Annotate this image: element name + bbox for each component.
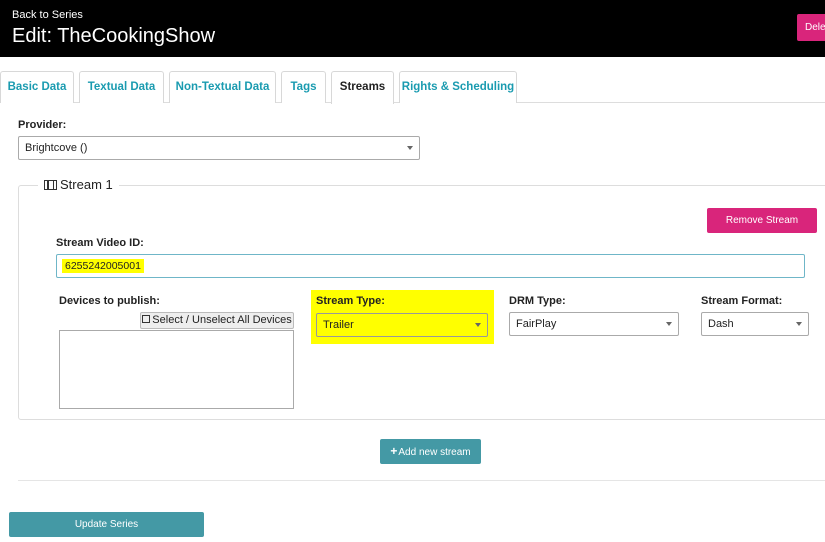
drm-type-select[interactable]: FairPlay — [509, 312, 679, 336]
drm-type-label: DRM Type: — [509, 295, 566, 307]
add-new-stream-label: Add new stream — [398, 447, 471, 458]
plus-icon: + — [390, 444, 398, 458]
remove-stream-button[interactable]: Remove Stream — [707, 208, 817, 233]
tab-textual-data[interactable]: Textual Data — [79, 71, 164, 103]
chevron-down-icon — [475, 323, 481, 327]
chevron-down-icon — [666, 322, 672, 326]
stream-video-id-label: Stream Video ID: — [56, 237, 144, 249]
page-header: Back to Series Edit: TheCookingShow Dele — [0, 0, 825, 57]
provider-select[interactable]: Brightcove () — [18, 136, 420, 160]
page-title: Edit: TheCookingShow — [12, 25, 216, 47]
stream-video-id-value: 6255242005001 — [62, 259, 144, 273]
stream-type-select[interactable]: Trailer — [316, 313, 488, 337]
devices-label: Devices to publish: — [59, 295, 160, 307]
delete-button[interactable]: Dele — [797, 14, 825, 41]
select-all-devices-button[interactable]: Select / Unselect All Devices — [140, 312, 294, 329]
tab-streams[interactable]: Streams — [331, 71, 394, 104]
stream-type-value: Trailer — [323, 319, 354, 331]
stream-legend-label: Stream 1 — [60, 177, 113, 192]
tab-basic-data[interactable]: Basic Data — [0, 71, 74, 103]
provider-label: Provider: — [18, 119, 67, 131]
stream-type-label: Stream Type: — [316, 295, 385, 307]
select-all-devices-label: Select / Unselect All Devices — [152, 314, 292, 326]
add-new-stream-button[interactable]: +Add new stream — [380, 439, 481, 464]
stream-legend: Stream 1 — [38, 177, 119, 192]
provider-value: Brightcove () — [25, 142, 88, 154]
film-icon — [44, 179, 57, 190]
stream-video-id-input[interactable]: 6255242005001 — [56, 254, 805, 278]
update-series-button[interactable]: Update Series — [9, 512, 204, 537]
chevron-down-icon — [796, 322, 802, 326]
checkbox-icon — [142, 315, 151, 323]
back-to-series-link[interactable]: Back to Series — [12, 9, 83, 21]
devices-list[interactable] — [59, 330, 294, 409]
tab-bar: Basic Data Textual Data Non-Textual Data… — [0, 71, 825, 104]
section-divider — [18, 480, 825, 481]
chevron-down-icon — [407, 146, 413, 150]
stream-format-label: Stream Format: — [701, 295, 783, 307]
stream-format-select[interactable]: Dash — [701, 312, 809, 336]
tab-rights-scheduling[interactable]: Rights & Scheduling — [399, 71, 517, 103]
tab-non-textual-data[interactable]: Non-Textual Data — [169, 71, 276, 103]
stream-format-value: Dash — [708, 318, 734, 330]
drm-type-value: FairPlay — [516, 318, 557, 330]
tab-tags[interactable]: Tags — [281, 71, 326, 103]
